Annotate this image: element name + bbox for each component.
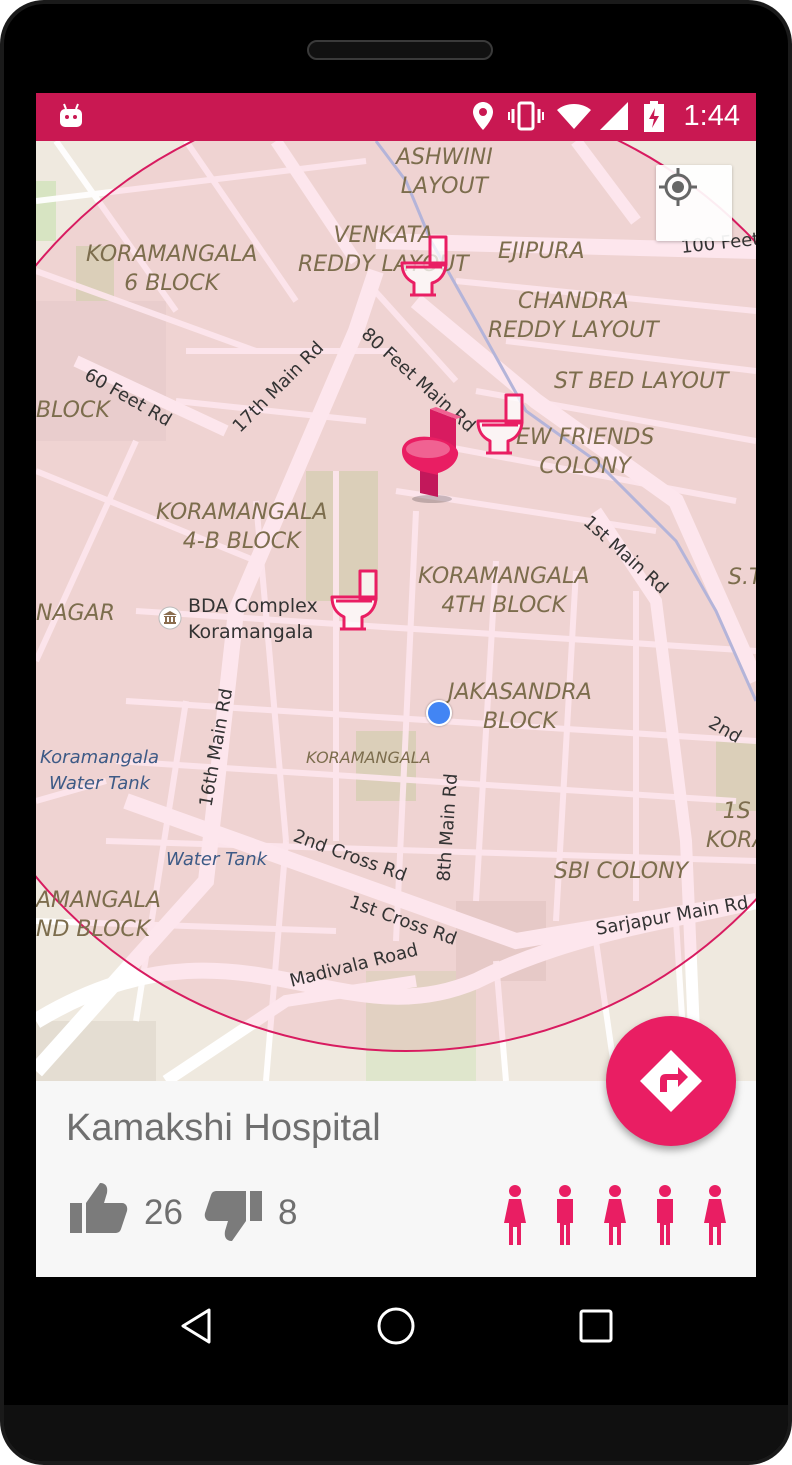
toilet-icon [400,235,448,297]
directions-button[interactable] [606,1016,736,1146]
water-label-koramangala-tank: Koramangala Water Tank [40,747,160,794]
area-label-sbi-colony: SBI COLONY [554,859,689,884]
area-label-1s-kora: 1S KORA [706,799,756,853]
clock: 1:44 [683,100,740,132]
upvote-count: 26 [144,1193,183,1232]
downvote-count: 8 [278,1193,298,1232]
thumbs-down-icon[interactable] [204,1189,264,1248]
female-icon [502,1185,528,1252]
android-debug-icon [58,103,84,134]
signal-icon [598,101,630,136]
crosshair-icon [659,168,697,206]
poi-label-bda-complex[interactable]: BDA Complex Koramangala [188,593,318,645]
directions-icon [640,1050,702,1112]
my-location-button[interactable] [656,165,732,241]
female-icon [602,1185,628,1252]
current-location-dot [426,700,452,726]
area-label-st: S.T [728,565,756,590]
area-label-nagar: NAGAR [36,601,115,626]
home-button[interactable] [371,1301,421,1351]
status-bar: 1:44 [36,93,756,141]
toilet-icon [476,393,524,455]
area-label-new-friends: EW FRIENDS COLONY [516,425,655,479]
toilet-icon [330,569,378,631]
vibrate-icon [508,101,544,136]
area-label-jakasandra: JAKASANDRA BLOCK [448,680,592,734]
area-label-koramangala-4b: KORAMANGALA 4-B BLOCK [156,500,328,554]
back-triangle-icon [181,1308,211,1344]
toilet-selected-icon [402,407,462,503]
male-icon [654,1185,676,1252]
thumbs-up-icon[interactable] [68,1181,128,1240]
water-label-tank: Water Tank [166,849,268,870]
recents-button[interactable] [571,1301,621,1351]
area-label-block: BLOCK [36,398,110,423]
female-icon [702,1185,728,1252]
male-icon [554,1185,576,1252]
area-label-chandra: CHANDRA REDDY LAYOUT [488,289,659,343]
home-circle-icon [377,1307,415,1345]
area-label-st-bed: ST BED LAYOUT [554,369,729,394]
area-label-ashwini: ASHWINI LAYOUT [396,145,493,199]
location-pin-icon [472,101,494,136]
area-label-amangala: AMANGALA ND BLOCK [36,888,161,942]
place-name: Kamakshi Hospital [66,1107,381,1149]
area-label-koramangala: KORAMANGALA [306,748,431,767]
back-button[interactable] [172,1301,222,1351]
wifi-icon [556,101,592,136]
speaker-grille [307,40,493,60]
area-label-ejipura: EJIPURA [498,239,585,264]
map-view[interactable]: ASHWINI LAYOUT VENKATA REDDY LAYOUT EJIP… [36,141,756,1081]
navigation-bar [36,1277,756,1373]
app-screen: 1:44 ASHWINI LAYOUT VENKATA REDDY EJIPUR… [36,93,756,1277]
recents-square-icon [579,1309,613,1343]
area-label-koramangala-6: KORAMANGALA 6 BLOCK [86,242,258,296]
battery-charging-icon [643,101,665,138]
area-label-koramangala-4th: KORAMANGALA 4TH BLOCK [418,564,590,618]
phone-chin [4,1405,788,1461]
